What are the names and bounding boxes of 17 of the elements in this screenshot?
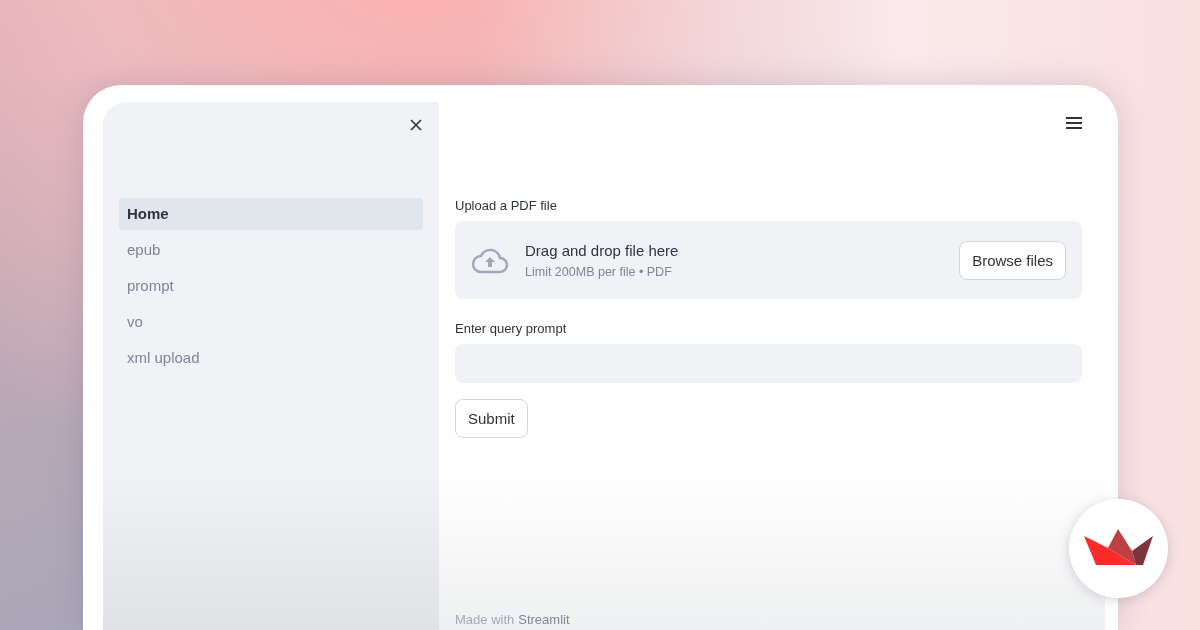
dropzone-hint: Limit 200MB per file • PDF xyxy=(525,264,673,279)
nav-item[interactable]: Home xyxy=(119,198,423,230)
file-dropzone[interactable]: Drag and drop file here Limit 200MB per file • PDF Browse files xyxy=(455,221,1082,299)
browse-files-button[interactable]: Browse files xyxy=(959,240,1066,280)
dropzone-title: Drag and drop file here xyxy=(525,241,680,259)
nav-item[interactable]: prompt xyxy=(119,270,423,302)
submit-button[interactable]: Submit xyxy=(455,399,528,438)
nav-item[interactable]: vo xyxy=(119,306,423,338)
menu-icon[interactable] xyxy=(1066,117,1082,129)
footer-text: Made with xyxy=(455,612,515,627)
close-icon[interactable] xyxy=(410,119,422,131)
nav-item[interactable]: xml upload xyxy=(119,342,423,374)
nav-item[interactable]: epub xyxy=(119,234,423,266)
cloud-upload-icon xyxy=(471,246,509,274)
footer-link[interactable]: Streamlit xyxy=(518,612,570,627)
field-label: Enter query prompt xyxy=(455,321,567,336)
field-label: Upload a PDF file xyxy=(455,198,557,213)
